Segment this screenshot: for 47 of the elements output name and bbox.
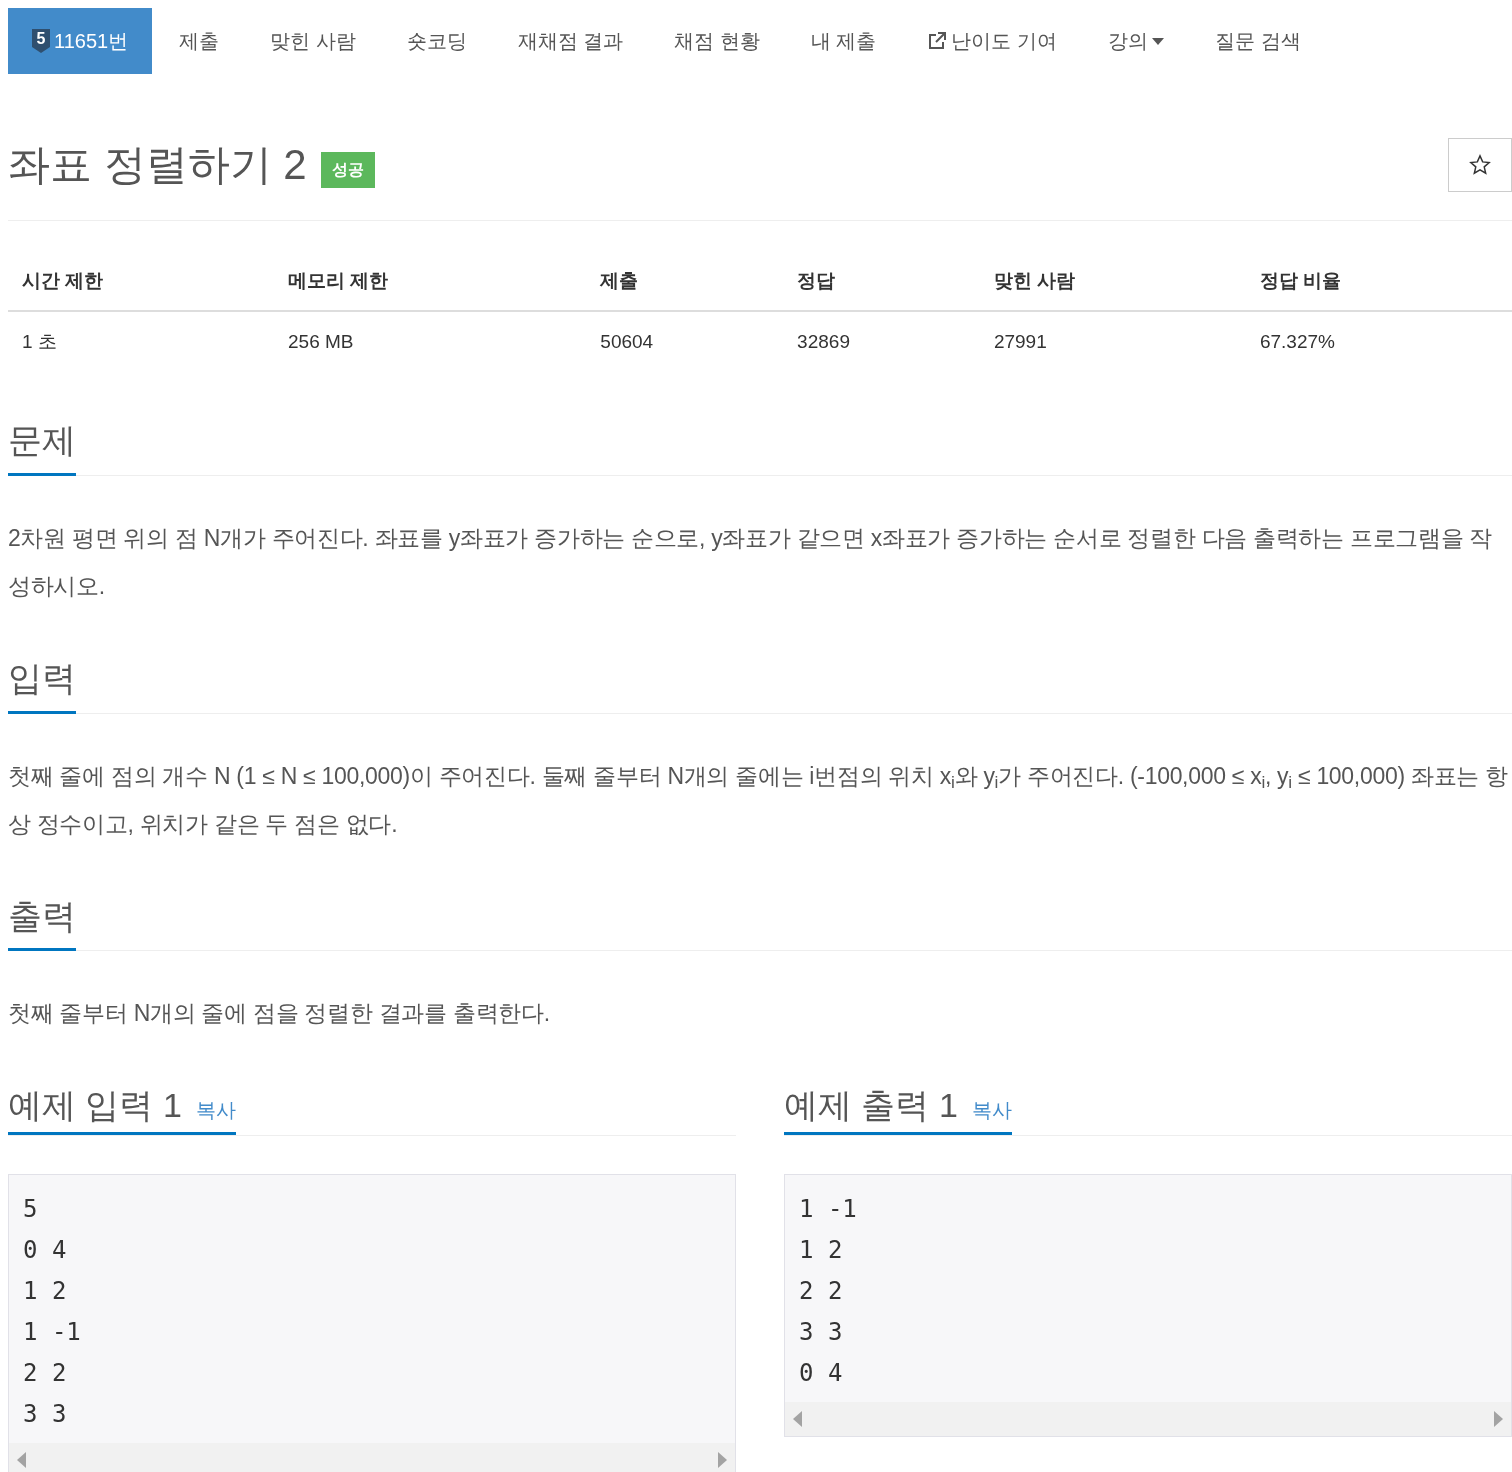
table-cell: 67.327% bbox=[1245, 310, 1512, 372]
sample-heading: 예제 입력 1 bbox=[8, 1085, 182, 1127]
table-cell: 27991 bbox=[979, 310, 1246, 372]
nav-tab[interactable]: 맞힌 사람 bbox=[246, 8, 380, 74]
external-link-icon bbox=[927, 31, 948, 51]
scroll-right-icon[interactable] bbox=[718, 1452, 727, 1469]
result-label: 성공 bbox=[320, 152, 375, 188]
scroll-left-icon[interactable] bbox=[793, 1411, 802, 1428]
sample-code: 5 0 4 1 2 1 -1 2 2 3 3 bbox=[22, 1194, 82, 1431]
column-header: 메모리 제한 bbox=[274, 257, 587, 311]
nav-tab[interactable]: 숏코딩 bbox=[382, 8, 491, 74]
nav-tab[interactable]: 강의 bbox=[1083, 8, 1188, 74]
tier-badge-icon: 5 bbox=[32, 29, 50, 53]
scrollbar[interactable] bbox=[9, 1443, 735, 1472]
problem-title: 좌표 정렬하기 2 bbox=[8, 139, 307, 190]
nav-tab[interactable]: 5 11651번 bbox=[8, 8, 153, 74]
section-text: 2차원 평면 위의 점 N개가 주어진다. 좌표를 y좌표가 증가하는 순으로, y좌표가 같으면 x좌표가 증가하는 순서로 정렬한 다음 출력하는 프로그램을 작성하시오. bbox=[8, 523, 1494, 601]
section-text: 첫째 줄부터 N개의 줄에 점을 정렬한 결과를 출력한다. bbox=[8, 999, 551, 1029]
column-header: 정답 bbox=[783, 257, 980, 311]
sample-code: 1 -1 1 2 2 2 3 3 0 4 bbox=[798, 1194, 858, 1390]
nav-tab[interactable]: 내 제출 bbox=[786, 8, 901, 74]
scrollbar[interactable] bbox=[785, 1402, 1511, 1437]
column-header: 시간 제한 bbox=[8, 257, 275, 311]
nav-tab[interactable]: 재채점 결과 bbox=[493, 8, 648, 74]
table-cell: 256 MB bbox=[274, 310, 587, 372]
column-header: 제출 bbox=[586, 257, 784, 311]
section-heading: 문제 bbox=[8, 420, 76, 476]
scroll-left-icon[interactable] bbox=[17, 1452, 26, 1469]
nav-tab[interactable]: 질문 검색 bbox=[1190, 8, 1325, 74]
nav-tab[interactable]: 채점 현황 bbox=[650, 8, 784, 74]
sample-heading: 예제 출력 1 bbox=[784, 1085, 958, 1127]
section-text: 첫째 줄에 점의 개수 N (1 ≤ N ≤ 100,000)이 주어진다. 둘째 줄부터 N개의 줄에는 i번점의 위치 x$_{i}$와 y$_{i}$가 주어진다. (-100,000 ≤ x$_{i}$, y$_{i}$ ≤ 100,000) 좌표는 항상 정수이고, 위치가 같은 두 점은 없다. bbox=[8, 761, 1509, 839]
caret-icon bbox=[1151, 37, 1164, 45]
section-heading: 출력 bbox=[8, 895, 76, 952]
table-cell: 32869 bbox=[783, 310, 980, 372]
nav-tab[interactable]: 제출 bbox=[155, 8, 244, 74]
column-header: 맞힌 사람 bbox=[979, 257, 1246, 311]
scroll-right-icon[interactable] bbox=[1494, 1411, 1503, 1428]
column-header: 정답 비율 bbox=[1245, 257, 1512, 311]
star-icon bbox=[1469, 154, 1491, 176]
copy-link[interactable]: 복사 bbox=[971, 1098, 1012, 1123]
copy-link[interactable]: 복사 bbox=[195, 1098, 236, 1123]
table-cell: 1 초 bbox=[8, 310, 275, 372]
section-heading: 입력 bbox=[8, 657, 76, 714]
nav-tab[interactable]: 난이도 기여 bbox=[903, 8, 1081, 74]
table-cell: 50604 bbox=[586, 310, 784, 372]
favorite-button[interactable] bbox=[1448, 138, 1512, 192]
